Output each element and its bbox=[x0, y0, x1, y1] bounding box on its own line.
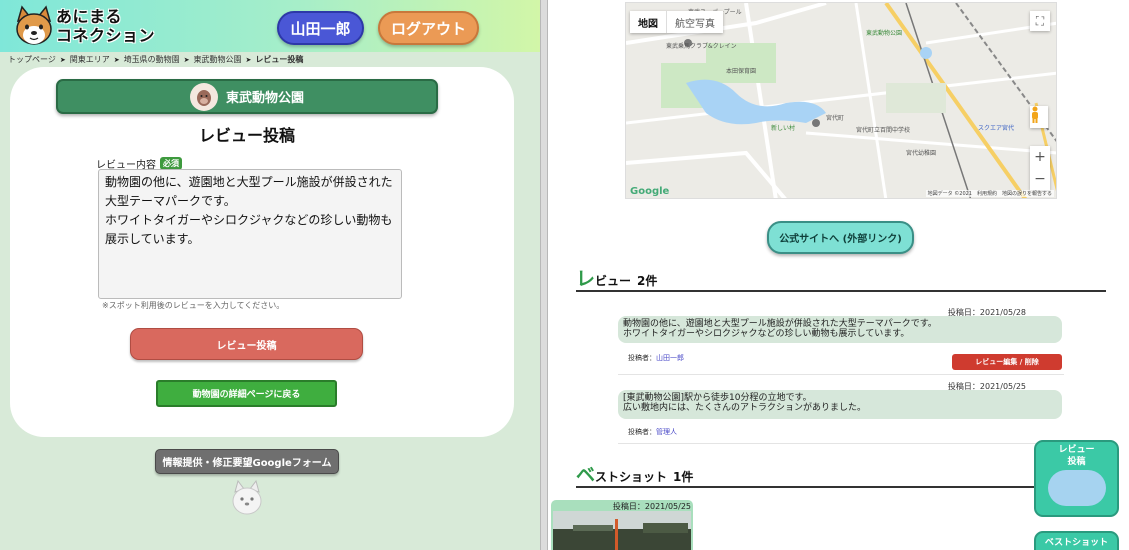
left-pane: あにまる コネクション 山田一郎 ログアウト トップページ ➤ 関東エリア ➤ … bbox=[0, 0, 540, 550]
google-map[interactable]: 東武乗馬クラブ&クレイン 東武スーパープール 本田保育園 東武動物公園 宮代町 … bbox=[625, 2, 1057, 199]
shiba-dog-logo-icon[interactable] bbox=[14, 5, 54, 47]
reviewer-name[interactable]: 山田一郎 bbox=[656, 354, 684, 362]
map-type-satellite-tab[interactable]: 航空写真 bbox=[666, 11, 723, 33]
bestshot-card[interactable]: 投稿日：2021/05/25 bbox=[551, 500, 693, 550]
google-form-button[interactable]: 情報提供・修正要望Googleフォーム bbox=[155, 449, 339, 474]
review-item: 投稿日：2021/05/25 [東武動物公園]駅から徒歩10分程の立地です。 広… bbox=[618, 381, 1064, 445]
breadcrumb-current: レビュー投稿 bbox=[255, 55, 304, 64]
reviewer: 投稿者：山田一郎 bbox=[628, 353, 684, 363]
google-logo: Google bbox=[630, 186, 670, 197]
page-title: レビュー投稿 bbox=[198, 126, 295, 145]
zoom-in-button[interactable]: + bbox=[1034, 149, 1046, 165]
breadcrumb-arrow-icon: ➤ bbox=[245, 55, 252, 64]
reviewer: 投稿者：管理人 bbox=[628, 427, 677, 437]
review-count: 2件 bbox=[637, 274, 658, 288]
street-view-pegman-icon[interactable] bbox=[1030, 106, 1048, 128]
user-name-button[interactable]: 山田一郎 bbox=[277, 11, 364, 45]
submit-review-button[interactable]: レビュー投稿 bbox=[130, 328, 363, 360]
zoom-out-button[interactable]: − bbox=[1034, 171, 1046, 187]
footer-dog-icon bbox=[230, 479, 264, 516]
reviewer-prefix: 投稿者： bbox=[628, 428, 656, 436]
section-title-rest: ビュー bbox=[595, 274, 632, 288]
section-title-rest: ストショット bbox=[595, 470, 668, 484]
section-title-initial: ベ bbox=[576, 464, 596, 486]
breadcrumb-item[interactable]: 東武動物公園 bbox=[193, 54, 241, 65]
site-logo-text[interactable]: あにまる コネクション bbox=[56, 7, 155, 45]
review-item: 投稿日：2021/05/28 動物園の他に、遊園地と大型プール施設が併設された大… bbox=[618, 307, 1064, 375]
split-view-divider[interactable] bbox=[540, 0, 548, 550]
map-label: 東武動物公園 bbox=[866, 30, 903, 37]
map-label: 宮代幼稚園 bbox=[906, 150, 937, 157]
map-label: 宮代町 bbox=[826, 115, 845, 122]
map-zoom-control: + − bbox=[1030, 146, 1050, 190]
review-text: 動物園の他に、遊園地と大型プール施設が併設された大型テーマパークです。 ホワイト… bbox=[618, 316, 1062, 343]
section-title-initial: レ bbox=[576, 268, 596, 290]
review-form-card: 東武動物公園 レビュー投稿 レビュー内容 必須 動物園の他に、遊園地と大型プール… bbox=[10, 67, 514, 437]
breadcrumb-arrow-icon: ➤ bbox=[59, 55, 66, 64]
site-header: あにまる コネクション 山田一郎 ログアウト bbox=[0, 0, 540, 52]
breadcrumb-arrow-icon: ➤ bbox=[113, 55, 120, 64]
zoo-name-banner: 東武動物公園 bbox=[56, 79, 438, 114]
review-divider bbox=[618, 374, 1064, 375]
speech-bubble-icon bbox=[1048, 470, 1106, 506]
edit-review-button[interactable]: レビュー編集 / 削除 bbox=[952, 354, 1062, 370]
reviewer-prefix: 投稿者： bbox=[628, 354, 656, 362]
bestshot-count: 1件 bbox=[673, 470, 694, 484]
review-textarea[interactable]: 動物園の他に、遊園地と大型プール施設が併設された大型テーマパークです。 ホワイト… bbox=[98, 169, 402, 299]
floating-bestshot-button[interactable]: ベストショット bbox=[1034, 531, 1119, 550]
map-type-map-tab[interactable]: 地図 bbox=[630, 11, 666, 33]
official-site-button[interactable]: 公式サイトへ (外部リンク) bbox=[767, 221, 914, 254]
review-divider bbox=[618, 443, 1064, 444]
breadcrumb-item[interactable]: 埼玉県の動物園 bbox=[124, 54, 180, 65]
breadcrumb-arrow-icon: ➤ bbox=[183, 55, 190, 64]
breadcrumb: トップページ ➤ 関東エリア ➤ 埼玉県の動物園 ➤ 東武動物公園 ➤ レビュー… bbox=[8, 53, 303, 66]
map-type-switch: 地図 航空写真 bbox=[630, 11, 723, 33]
map-label: 本田保育園 bbox=[726, 68, 757, 75]
review-text: [東武動物公園]駅から徒歩10分程の立地です。 広い敷地内には、たくさんのアトラ… bbox=[618, 390, 1062, 419]
bestshot-photo[interactable] bbox=[553, 511, 691, 550]
breadcrumb-item[interactable]: トップページ bbox=[8, 54, 56, 65]
reviews-section-title: レ ビュー 2件 bbox=[576, 270, 1106, 292]
bestshot-section-title: ベ ストショット 1件 bbox=[576, 466, 1106, 488]
floating-review-button[interactable]: レビュー 投稿 bbox=[1034, 440, 1119, 517]
map-label: 東武乗馬クラブ&クレイン bbox=[666, 43, 737, 50]
zoo-name: 東武動物公園 bbox=[225, 91, 304, 106]
zoo-animal-icon bbox=[189, 82, 218, 111]
map-attribution[interactable]: 地図データ ©2021 利用規約 地図の誤りを報告する bbox=[925, 190, 1054, 197]
back-to-zoo-detail-button[interactable]: 動物園の詳細ページに戻る bbox=[156, 380, 337, 407]
map-label: スクエア宮代 bbox=[978, 125, 1015, 132]
right-pane: 東武乗馬クラブ&クレイン 東武スーパープール 本田保育園 東武動物公園 宮代町 … bbox=[548, 0, 1129, 550]
logo-text-line2: コネクション bbox=[56, 26, 156, 45]
floating-review-label-line2: 投稿 bbox=[1067, 457, 1086, 467]
breadcrumb-item[interactable]: 関東エリア bbox=[70, 54, 110, 65]
logout-button[interactable]: ログアウト bbox=[378, 11, 479, 45]
reviewer-name[interactable]: 管理人 bbox=[656, 428, 677, 436]
logo-text-line1: あにまる bbox=[56, 7, 123, 26]
map-label: 新しい村 bbox=[771, 125, 796, 132]
review-hint: ※スポット利用後のレビューを入力してください。 bbox=[102, 301, 285, 310]
fullscreen-icon[interactable]: ⛶ bbox=[1030, 11, 1050, 31]
map-label: 宮代町立百間中学校 bbox=[856, 127, 911, 134]
floating-review-label-line1: レビュー bbox=[1058, 445, 1095, 455]
